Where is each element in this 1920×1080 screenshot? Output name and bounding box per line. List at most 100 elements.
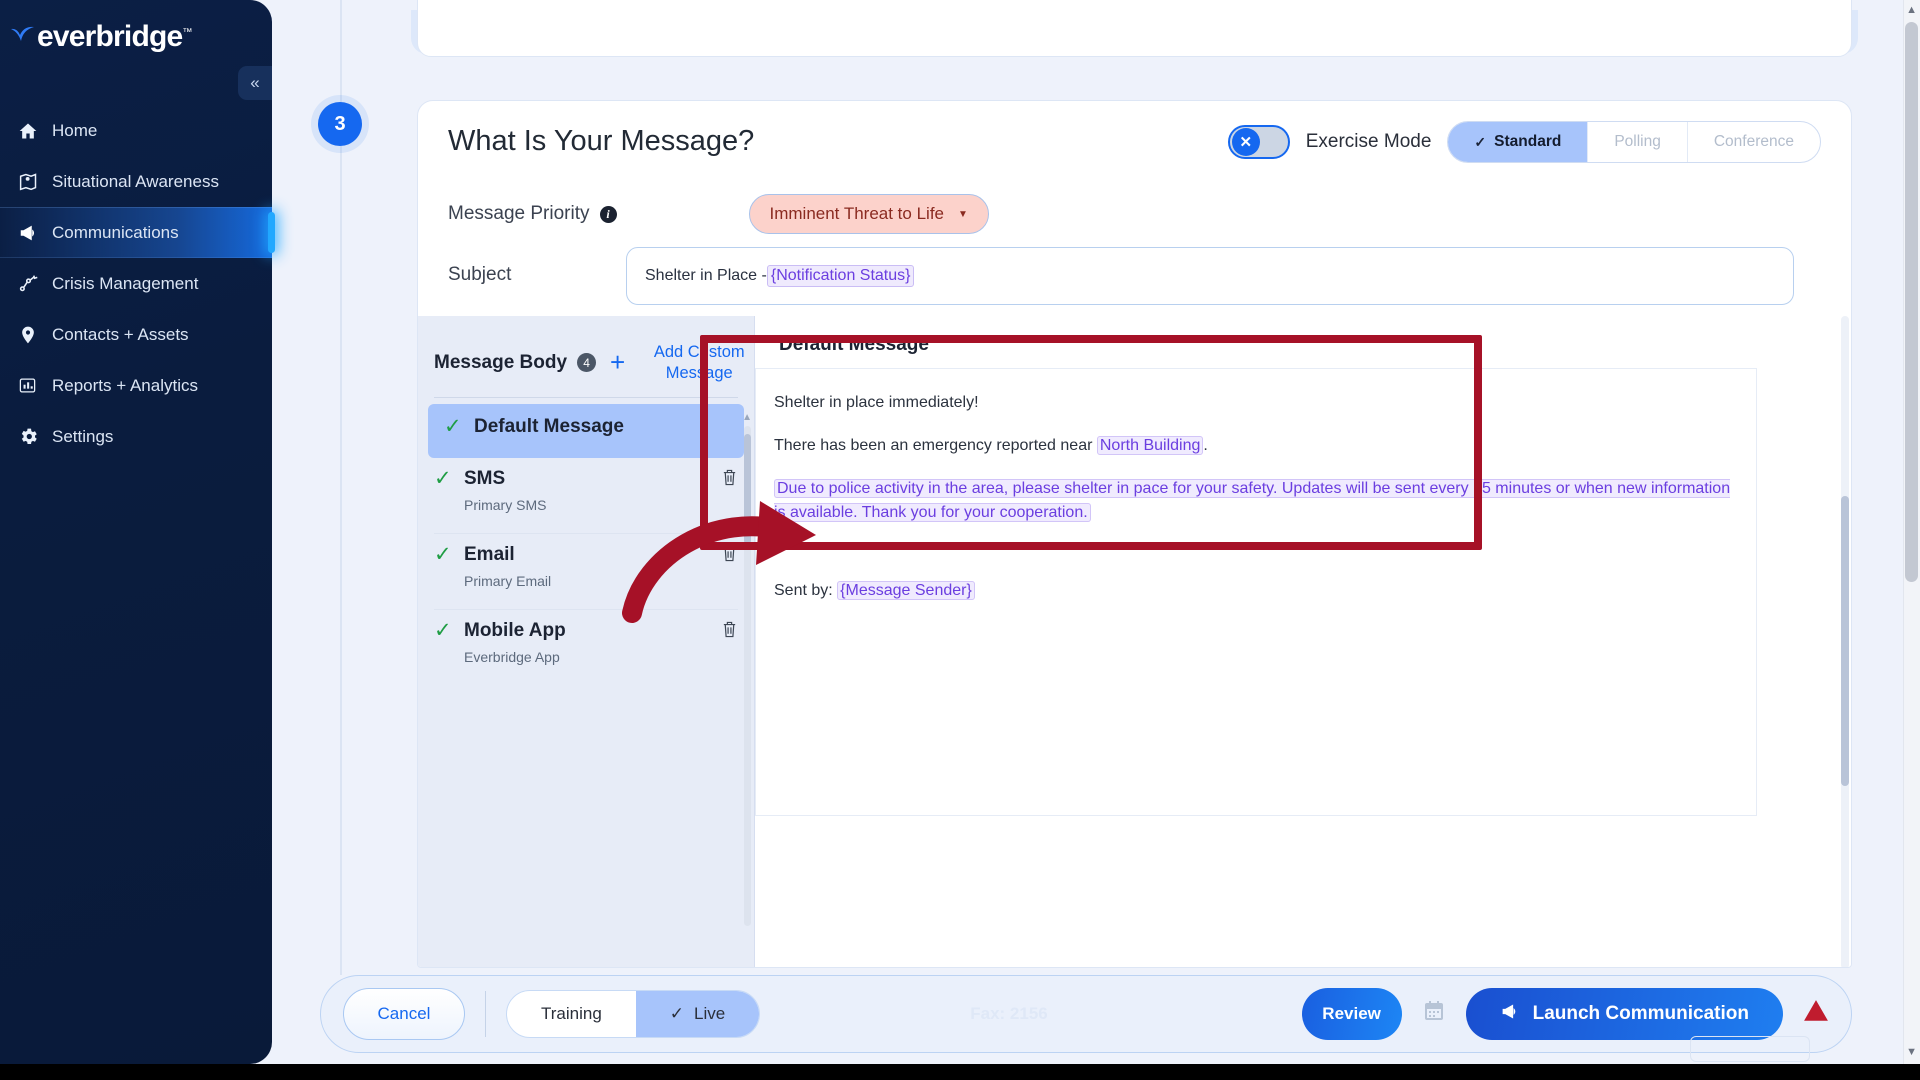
action-bar: Cancel Training ✓ Live Fax: 2156 Review …: [320, 975, 1852, 1053]
tab-live[interactable]: ✓ Live: [635, 991, 760, 1037]
list-item-default-message[interactable]: ✓ Default Message: [428, 404, 744, 459]
editor-line-1: Shelter in place immediately!: [774, 394, 979, 411]
list-item-sublabel: Everbridge App: [464, 648, 560, 665]
sidebar-item-label: Home: [52, 120, 98, 140]
tab-label: Conference: [1713, 133, 1794, 150]
list-item-mobile-app[interactable]: ✓ Mobile App Everbridge App: [418, 610, 754, 675]
check-icon: ✓: [669, 1004, 685, 1023]
message-editor-pane: Default Message Shelter in place immedia…: [755, 316, 1851, 967]
bar-chart-icon: [18, 376, 52, 395]
editor-line-2-suffix: .: [1203, 436, 1208, 454]
launch-button-label: Launch Communication: [1532, 1003, 1749, 1024]
sidebar-item-home[interactable]: Home: [0, 105, 272, 156]
warning-icon[interactable]: [1803, 998, 1829, 1031]
editor-line-3: Due to police activity in the area, plea…: [774, 477, 1738, 527]
tab-label: Live: [694, 1004, 726, 1023]
editor-token-north-building: North Building: [1096, 435, 1204, 455]
editor-title: Default Message: [779, 334, 929, 355]
message-body-title: Message Body: [434, 351, 568, 373]
launch-communication-button[interactable]: Launch Communication: [1465, 988, 1783, 1040]
page-scrollbar-thumb[interactable]: [1905, 22, 1918, 582]
sidebar-item-reports-analytics[interactable]: Reports + Analytics: [0, 360, 272, 411]
list-item-label: SMS: [464, 468, 506, 490]
message-body-header: Message Body 4 + Add Custom Message: [418, 316, 754, 383]
review-button[interactable]: Review: [1301, 988, 1402, 1040]
list-item-email[interactable]: ✓ Email Primary Email: [418, 534, 754, 599]
brand-name: everbridge™: [37, 20, 192, 53]
message-body-count-badge: 4: [577, 353, 597, 373]
editor-line-2-prefix: There has been an emergency reported nea…: [774, 436, 1097, 454]
page-scroll-up-arrow-icon[interactable]: ▲: [1906, 4, 1917, 16]
home-icon: [18, 121, 52, 141]
scroll-up-arrow-icon[interactable]: ▲: [742, 412, 752, 423]
message-list-scrollbar[interactable]: [744, 434, 751, 544]
sidebar-item-situational-awareness[interactable]: Situational Awareness: [0, 156, 272, 207]
tab-label: Standard: [1494, 133, 1562, 150]
sidebar-item-contacts-assets[interactable]: Contacts + Assets: [0, 309, 272, 360]
subject-input[interactable]: Shelter in Place - {Notification Status}: [626, 247, 1794, 305]
subject-token: {Notification Status}: [766, 265, 915, 287]
action-bar-right: Review Launch Communication: [1301, 988, 1829, 1040]
tab-label: Polling: [1614, 133, 1661, 150]
info-icon[interactable]: i: [599, 206, 617, 223]
exercise-mode-label: Exercise Mode: [1305, 131, 1432, 152]
tab-training[interactable]: Training: [507, 991, 636, 1037]
editor-highlighted-paragraph: Due to police activity in the area, plea…: [774, 478, 1731, 523]
network-icon: [18, 273, 52, 294]
tab-conference[interactable]: Conference: [1688, 122, 1820, 162]
editor-line-5: Sent by: {Message Sender}: [774, 579, 1738, 604]
stepper-rail: [340, 0, 342, 975]
tab-standard[interactable]: ✓ Standard: [1448, 122, 1589, 162]
divider: [434, 397, 738, 399]
sidebar-bottom-strip: [0, 1064, 272, 1080]
check-icon: ✓: [434, 618, 452, 642]
subject-text: Shelter in Place -: [645, 267, 767, 284]
sidebar-item-label: Settings: [52, 426, 114, 446]
message-priority-select[interactable]: Imminent Threat to Life ▼: [748, 194, 989, 234]
add-message-button[interactable]: +: [610, 347, 625, 378]
divider: [485, 991, 486, 1037]
message-priority-row: Message Priority i Imminent Threat to Li…: [448, 194, 989, 234]
check-icon: ✓: [434, 543, 452, 567]
page-scroll-down-arrow-icon[interactable]: ▼: [1906, 1046, 1917, 1058]
sidebar-item-crisis-management[interactable]: Crisis Management: [0, 258, 272, 309]
brand-logo[interactable]: everbridge™: [10, 22, 192, 53]
delete-sms-icon[interactable]: [713, 468, 738, 492]
list-item-label: Mobile App: [464, 619, 566, 641]
message-body-split: Message Body 4 + Add Custom Message ✓ De…: [418, 316, 1851, 967]
message-step-card: What Is Your Message? ✕ Exercise Mode ✓ …: [417, 100, 1852, 968]
subject-label: Subject: [448, 264, 512, 285]
editor-line-5-prefix: Sent by:: [774, 581, 838, 599]
sidebar-item-label: Communications: [52, 222, 179, 242]
sidebar-item-settings[interactable]: Settings: [0, 411, 272, 462]
delete-mobile-app-icon[interactable]: [713, 620, 738, 644]
calendar-icon[interactable]: [1422, 999, 1446, 1029]
sidebar-item-label: Contacts + Assets: [52, 324, 189, 344]
check-icon: ✓: [434, 467, 452, 491]
add-custom-message-link[interactable]: Add Custom Message: [647, 342, 751, 383]
previous-step-card: [417, 0, 1852, 57]
sidebar-item-communications[interactable]: Communications: [0, 207, 275, 258]
list-item-sms[interactable]: ✓ SMS Primary SMS: [418, 458, 754, 523]
tab-polling[interactable]: Polling: [1588, 122, 1688, 162]
list-item-sublabel: Primary SMS: [464, 497, 547, 514]
cancel-button[interactable]: Cancel: [343, 988, 465, 1040]
message-priority-value: Imminent Threat to Life: [769, 204, 945, 223]
editor-scrollbar[interactable]: [1841, 496, 1849, 786]
fax-count-note: Fax: 2156: [970, 1004, 1048, 1023]
offscreen-button-outline: [1690, 1036, 1810, 1062]
sidebar-collapse-button[interactable]: «: [238, 66, 272, 100]
sidebar-item-label: Situational Awareness: [52, 171, 219, 191]
chevron-down-icon: ▼: [958, 208, 968, 220]
check-icon: ✓: [444, 415, 462, 439]
list-item-label: Email: [464, 544, 515, 566]
message-body-textarea[interactable]: Shelter in place immediately! There has …: [755, 368, 1757, 816]
delete-email-icon[interactable]: [713, 544, 738, 568]
sidebar-nav: Home Situational Awareness Communication…: [0, 105, 275, 462]
sidebar: everbridge™ « Home Situational Awareness: [0, 0, 275, 1064]
exercise-mode-toggle[interactable]: ✕: [1227, 125, 1290, 159]
editor-line-2: There has been an emergency reported nea…: [774, 434, 1738, 459]
app-root: everbridge™ « Home Situational Awareness: [0, 0, 1920, 1080]
exercise-mode-row: ✕ Exercise Mode ✓ Standard Polling Confe…: [1227, 121, 1821, 163]
toggle-knob-off-icon: ✕: [1231, 128, 1260, 156]
